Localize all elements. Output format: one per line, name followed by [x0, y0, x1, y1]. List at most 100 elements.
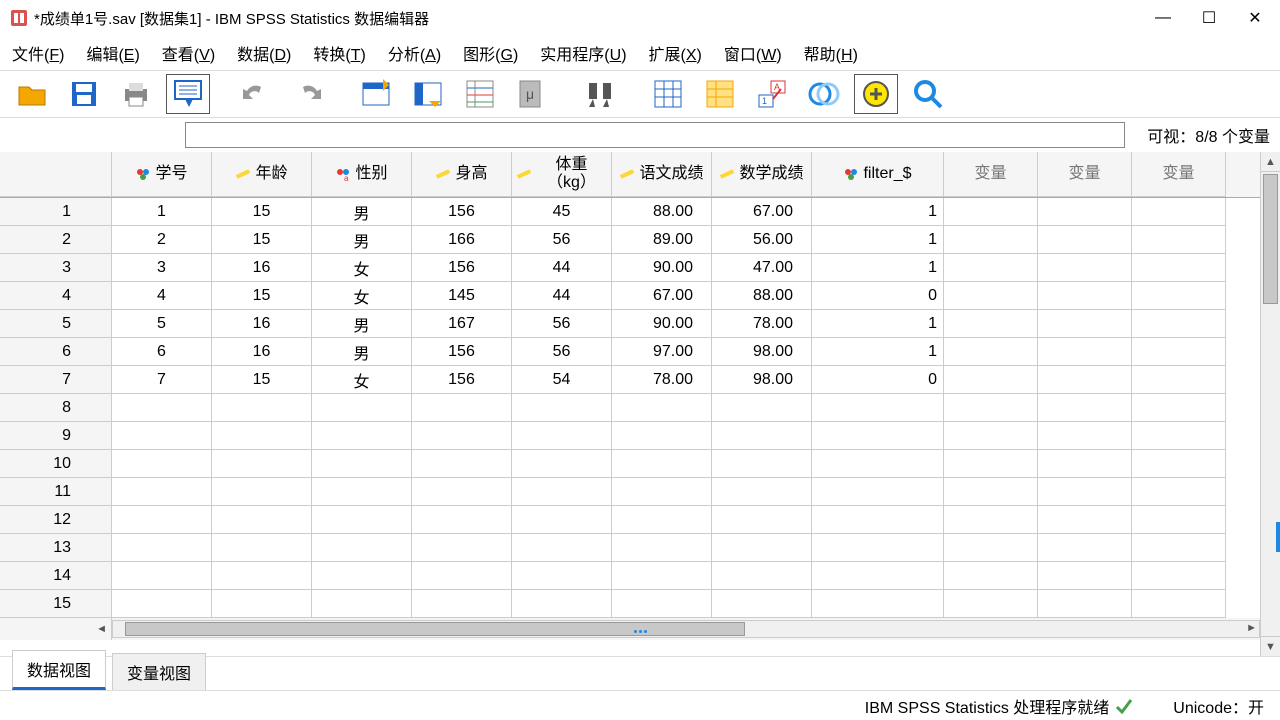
cell[interactable] — [412, 394, 512, 422]
cell[interactable] — [212, 478, 312, 506]
cell[interactable]: 15 — [212, 198, 312, 226]
row-number[interactable]: 15 — [0, 590, 112, 618]
cell[interactable]: 15 — [212, 366, 312, 394]
cell[interactable] — [412, 590, 512, 618]
cell[interactable] — [812, 450, 944, 478]
row-number[interactable]: 4 — [0, 282, 112, 310]
cell[interactable] — [944, 422, 1038, 450]
redo-button[interactable] — [286, 74, 330, 114]
recall-dialog-button[interactable] — [166, 74, 210, 114]
menu-file[interactable]: 文件(F) — [12, 41, 64, 65]
cell[interactable]: 45 — [512, 198, 612, 226]
cell[interactable] — [112, 478, 212, 506]
cell[interactable] — [412, 506, 512, 534]
cell[interactable]: 56 — [512, 226, 612, 254]
cell[interactable] — [112, 562, 212, 590]
col-header-filter[interactable]: filter_$ — [812, 152, 944, 197]
tab-variable-view[interactable]: 变量视图 — [112, 653, 206, 690]
cell[interactable]: 0 — [812, 366, 944, 394]
cell[interactable]: 7 — [112, 366, 212, 394]
variables-button[interactable] — [458, 74, 502, 114]
cell[interactable] — [412, 534, 512, 562]
cell[interactable]: 16 — [212, 310, 312, 338]
cell[interactable] — [1132, 562, 1226, 590]
close-button[interactable]: ✕ — [1232, 0, 1278, 36]
split-file-button[interactable] — [646, 74, 690, 114]
vscroll-thumb[interactable] — [1263, 174, 1278, 304]
row-number[interactable]: 3 — [0, 254, 112, 282]
cell[interactable]: 90.00 — [612, 310, 712, 338]
cell[interactable] — [1038, 506, 1132, 534]
cell[interactable] — [1132, 590, 1226, 618]
cell[interactable]: 1 — [812, 226, 944, 254]
cell[interactable] — [1132, 534, 1226, 562]
cell[interactable]: 1 — [812, 310, 944, 338]
cell[interactable] — [944, 310, 1038, 338]
cell[interactable]: 1 — [112, 198, 212, 226]
cell[interactable]: 男 — [312, 338, 412, 366]
cell[interactable] — [612, 422, 712, 450]
cell[interactable] — [112, 394, 212, 422]
row-number[interactable]: 9 — [0, 422, 112, 450]
cell[interactable] — [1038, 562, 1132, 590]
cell[interactable] — [612, 394, 712, 422]
cell[interactable]: 54 — [512, 366, 612, 394]
cell[interactable] — [812, 562, 944, 590]
cell[interactable] — [412, 422, 512, 450]
cell[interactable] — [312, 534, 412, 562]
cell[interactable] — [312, 590, 412, 618]
cell[interactable]: 89.00 — [612, 226, 712, 254]
cell[interactable] — [312, 450, 412, 478]
cell[interactable] — [712, 478, 812, 506]
cell[interactable] — [944, 226, 1038, 254]
row-number[interactable]: 5 — [0, 310, 112, 338]
menu-extensions[interactable]: 扩展(X) — [649, 41, 702, 65]
cell[interactable] — [512, 562, 612, 590]
cell[interactable] — [512, 450, 612, 478]
cell[interactable] — [312, 478, 412, 506]
cell[interactable] — [1038, 450, 1132, 478]
cell[interactable] — [1132, 394, 1226, 422]
cell[interactable] — [712, 450, 812, 478]
cell[interactable] — [1038, 226, 1132, 254]
col-header-empty-2[interactable]: 变量 — [1132, 152, 1226, 197]
cell[interactable] — [1132, 422, 1226, 450]
cell[interactable] — [712, 394, 812, 422]
undo-button[interactable] — [234, 74, 278, 114]
cell[interactable] — [1132, 506, 1226, 534]
hscroll-right-button[interactable]: ► — [1246, 622, 1257, 634]
cell[interactable] — [812, 394, 944, 422]
col-header-id[interactable]: 学号 — [112, 152, 212, 197]
cell[interactable] — [944, 366, 1038, 394]
cell[interactable]: 男 — [312, 198, 412, 226]
cell[interactable]: 16 — [212, 338, 312, 366]
cell[interactable] — [712, 422, 812, 450]
cell[interactable]: 5 — [112, 310, 212, 338]
cell[interactable] — [112, 534, 212, 562]
cell[interactable] — [1038, 254, 1132, 282]
cell[interactable] — [412, 562, 512, 590]
cell[interactable]: 88.00 — [612, 198, 712, 226]
cell[interactable]: 56.00 — [712, 226, 812, 254]
cell[interactable] — [944, 562, 1038, 590]
menu-window[interactable]: 窗口(W) — [724, 41, 782, 65]
cell[interactable] — [1132, 450, 1226, 478]
cell[interactable] — [712, 562, 812, 590]
cell[interactable] — [212, 534, 312, 562]
col-header-empty-0[interactable]: 变量 — [944, 152, 1038, 197]
menu-analyze[interactable]: 分析(A) — [388, 41, 441, 65]
cell[interactable] — [112, 506, 212, 534]
cell[interactable] — [612, 450, 712, 478]
tab-data-view[interactable]: 数据视图 — [12, 650, 106, 690]
cell[interactable] — [312, 422, 412, 450]
cell[interactable]: 0 — [812, 282, 944, 310]
col-header-age[interactable]: 年龄 — [212, 152, 312, 197]
row-number[interactable]: 13 — [0, 534, 112, 562]
goto-variable-button[interactable] — [406, 74, 450, 114]
cell[interactable]: 156 — [412, 338, 512, 366]
cell[interactable] — [1038, 590, 1132, 618]
cell[interactable] — [944, 478, 1038, 506]
menu-graphs[interactable]: 图形(G) — [463, 41, 518, 65]
cell[interactable] — [944, 282, 1038, 310]
cell[interactable] — [112, 590, 212, 618]
